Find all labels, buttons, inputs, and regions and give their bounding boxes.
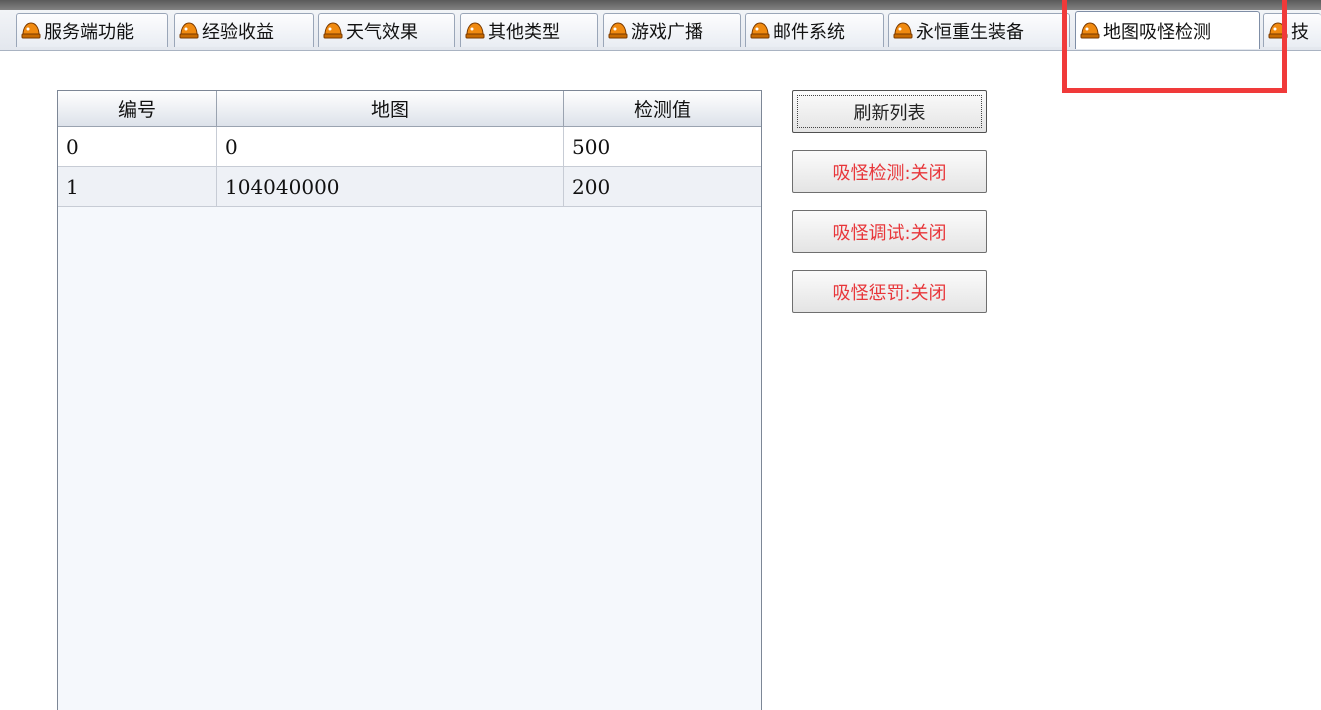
- tab-label: 地图吸怪检测: [1103, 21, 1211, 43]
- tab-label: 天气效果: [346, 21, 418, 43]
- tab-label: 技: [1291, 21, 1309, 43]
- tab-eternal-rebirth-gear[interactable]: 永恒重生装备: [888, 13, 1070, 47]
- tab-mail-system[interactable]: 邮件系统: [745, 13, 884, 47]
- cell-threshold[interactable]: 500: [564, 127, 761, 166]
- table-row[interactable]: 1 104040000 200: [58, 167, 761, 207]
- tab-server-functions[interactable]: 服务端功能: [16, 13, 168, 47]
- cell-map[interactable]: 104040000: [217, 167, 564, 206]
- orange-helmet-icon: [465, 21, 485, 38]
- tab-label: 游戏广播: [631, 21, 703, 43]
- mob-detection-toggle-button[interactable]: 吸怪检测:关闭: [792, 150, 987, 193]
- tab-exp-gain[interactable]: 经验收益: [174, 13, 314, 47]
- cell-id[interactable]: 0: [58, 127, 217, 166]
- grid-header: 编号 地图 检测值: [58, 91, 761, 127]
- orange-helmet-icon: [323, 21, 343, 38]
- orange-helmet-icon: [750, 21, 770, 38]
- mob-debug-toggle-button[interactable]: 吸怪调试:关闭: [792, 210, 987, 253]
- tab-skill-partial[interactable]: 技: [1263, 13, 1321, 47]
- orange-helmet-icon: [21, 21, 41, 38]
- cell-id[interactable]: 1: [58, 167, 217, 206]
- tab-label: 服务端功能: [44, 21, 134, 43]
- column-header-threshold[interactable]: 检测值: [564, 91, 761, 126]
- cell-map[interactable]: 0: [217, 127, 564, 166]
- column-header-map[interactable]: 地图: [217, 91, 564, 126]
- column-header-id[interactable]: 编号: [58, 91, 217, 126]
- cell-threshold[interactable]: 200: [564, 167, 761, 206]
- table-row[interactable]: 0 0 500: [58, 127, 761, 167]
- tab-label: 其他类型: [488, 21, 560, 43]
- tab-label: 经验收益: [202, 21, 274, 43]
- orange-helmet-icon: [179, 21, 199, 38]
- tab-weather-effects[interactable]: 天气效果: [318, 13, 455, 47]
- mob-punish-toggle-button[interactable]: 吸怪惩罚:关闭: [792, 270, 987, 313]
- tab-other-types[interactable]: 其他类型: [460, 13, 598, 47]
- tab-label: 邮件系统: [773, 21, 845, 43]
- detection-list-grid[interactable]: 编号 地图 检测值 0 0 500 1 104040000 200: [57, 90, 762, 710]
- tab-game-broadcast[interactable]: 游戏广播: [603, 13, 741, 47]
- orange-helmet-icon: [1080, 21, 1100, 38]
- tab-bar: 服务端功能 经验收益 天气效果 其他类型 游戏广播 邮件系统 永恒重生装备 地图…: [0, 10, 1321, 51]
- tab-label: 永恒重生装备: [916, 21, 1024, 43]
- orange-helmet-icon: [893, 21, 913, 38]
- orange-helmet-icon: [1268, 21, 1288, 38]
- refresh-list-button[interactable]: 刷新列表: [792, 90, 987, 133]
- orange-helmet-icon: [608, 21, 628, 38]
- tab-map-mob-detection[interactable]: 地图吸怪检测: [1075, 11, 1260, 49]
